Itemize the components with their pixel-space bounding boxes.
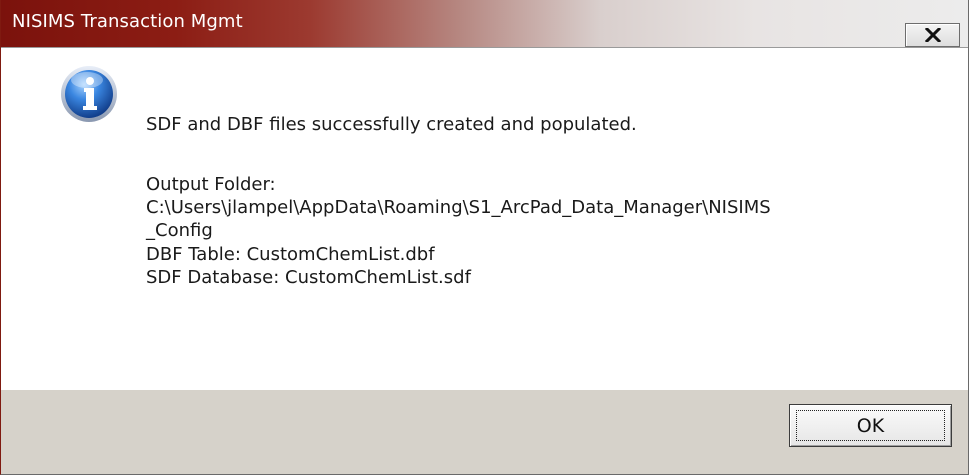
- output-folder-label: Output Folder:: [146, 174, 276, 195]
- dbf-table-name: DBF Table: CustomChemList.dbf: [146, 244, 435, 265]
- sdf-database-name: SDF Database: CustomChemList.sdf: [146, 267, 471, 288]
- close-icon: [924, 28, 941, 42]
- title-bar[interactable]: NISIMS Transaction Mgmt: [1, 0, 968, 48]
- output-folder-path: C:\Users\jlampel\AppData\Roaming\S1_ArcP…: [146, 197, 771, 218]
- ok-button[interactable]: OK: [789, 404, 952, 447]
- focus-rectangle: [796, 410, 945, 441]
- close-button[interactable]: [905, 23, 960, 47]
- message-summary: SDF and DBF files successfully created a…: [146, 114, 637, 135]
- info-icon: [60, 65, 118, 123]
- message-dialog: NISIMS Transaction Mgmt SDF and DBF file…: [0, 0, 969, 475]
- output-folder-path-continued: _Config: [146, 220, 213, 241]
- window-title: NISIMS Transaction Mgmt: [12, 11, 243, 32]
